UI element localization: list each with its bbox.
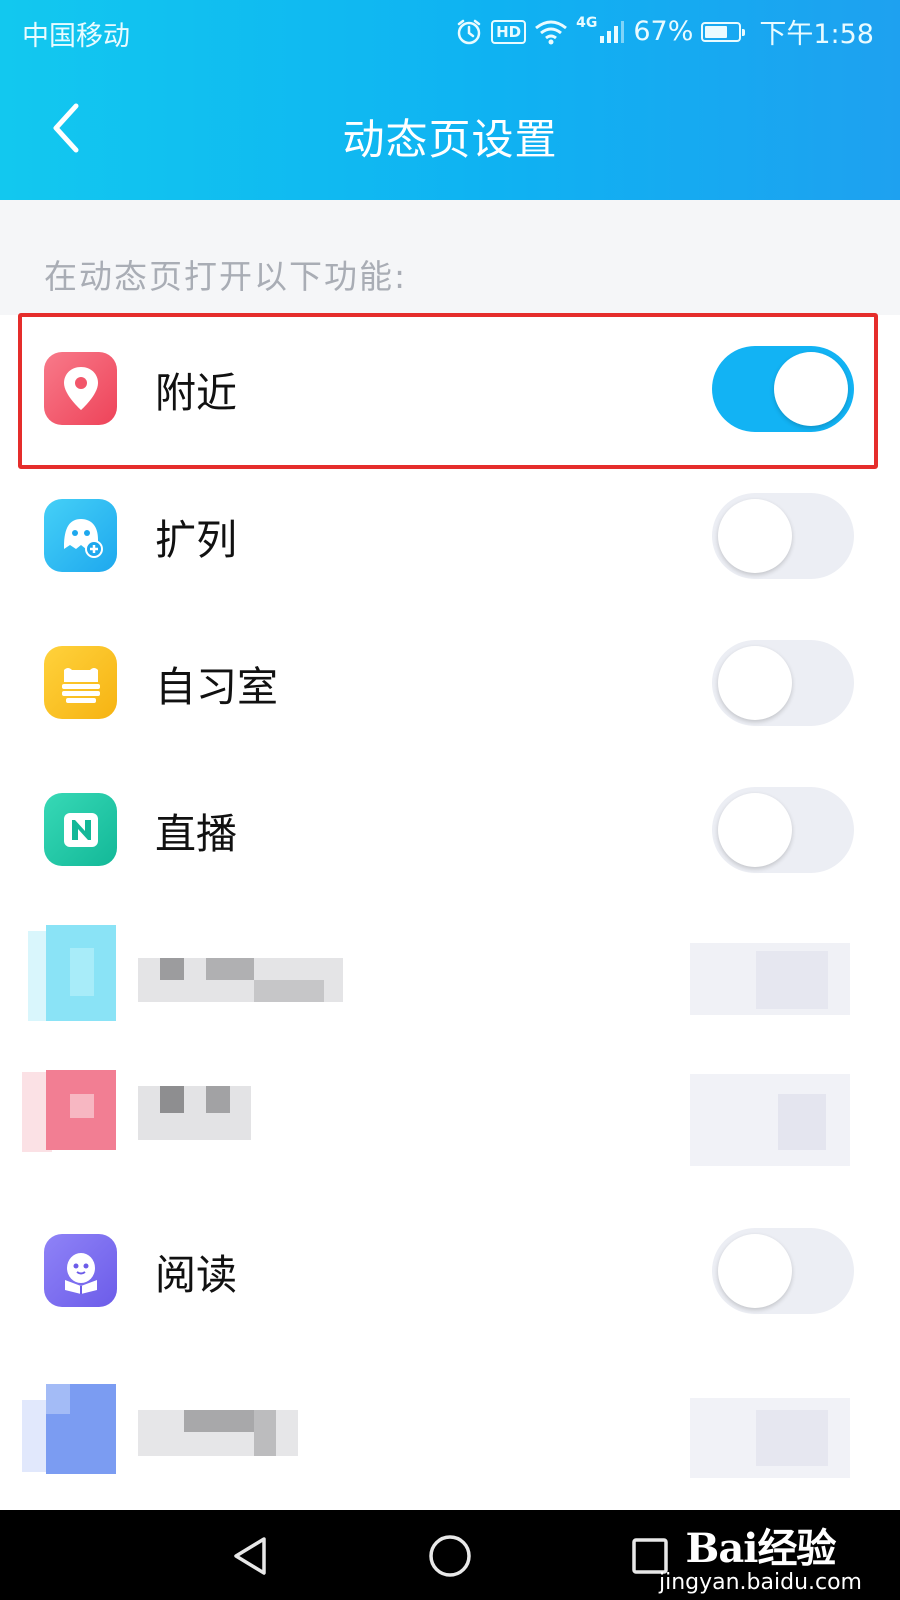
list-item-study-room: 自习室	[0, 609, 900, 756]
circle-home-icon	[429, 1535, 471, 1577]
section-label: 在动态页打开以下功能:	[44, 257, 408, 296]
blurred-icon	[0, 1050, 900, 1197]
toggle-reading[interactable]	[712, 1227, 854, 1314]
network-type: 4G	[576, 14, 598, 31]
status-indicators: HD 4G 67% 下午1:58	[455, 12, 874, 51]
battery-percent: 67%	[633, 16, 694, 47]
item-label: 扩列	[155, 515, 237, 564]
list-item-live: 直播	[0, 756, 900, 903]
toggle-nearby[interactable]	[712, 345, 854, 432]
item-label: 附近	[155, 368, 237, 417]
header: 中国移动 HD 4G 67% 下午1:58 动态页设置	[0, 0, 900, 200]
system-back-button[interactable]	[222, 1528, 278, 1584]
item-label: 阅读	[155, 1250, 237, 1299]
toggle-kuolie[interactable]	[712, 492, 854, 579]
toggle-knob	[718, 498, 792, 573]
battery-level	[705, 25, 727, 38]
toggle-study-room[interactable]	[712, 639, 854, 726]
wifi-icon	[535, 20, 568, 44]
reading-penguin-icon	[44, 1234, 117, 1307]
ghost-add-icon	[44, 499, 117, 572]
triangle-back-icon	[234, 1537, 266, 1575]
signal-icon	[600, 20, 625, 43]
watermark-brand: Bai经验	[685, 1525, 837, 1572]
status-bar: 中国移动 HD 4G 67% 下午1:58	[0, 0, 900, 62]
feature-list: 附近 扩列 自习室 直播 阅读	[0, 315, 900, 1491]
hd-badge: HD	[491, 19, 527, 44]
list-item-blurred	[0, 903, 900, 1050]
toggle-knob	[718, 645, 792, 720]
page-title: 动态页设置	[342, 115, 558, 164]
toggle-knob	[718, 792, 792, 867]
toggle-live[interactable]	[712, 786, 854, 873]
list-item-reading: 阅读	[0, 1197, 900, 1344]
list-item-kuolie: 扩列	[0, 462, 900, 609]
list-item-blurred	[0, 1344, 900, 1491]
baidu-watermark: Bai经验 jingyan.baidu.com	[659, 1516, 862, 1595]
carrier-name: 中国移动	[22, 21, 130, 52]
battery-icon	[701, 21, 746, 42]
system-home-button[interactable]	[422, 1528, 478, 1584]
alarm-icon	[457, 19, 481, 44]
item-label: 直播	[155, 809, 237, 858]
list-item-nearby: 附近	[0, 315, 900, 462]
location-pin-icon	[44, 352, 117, 425]
system-nav-bar: Bai经验 jingyan.baidu.com	[0, 1510, 900, 1600]
study-room-icon	[44, 646, 117, 719]
watermark-url: jingyan.baidu.com	[658, 1570, 862, 1595]
clock: 下午1:58	[759, 19, 874, 50]
toggle-knob	[718, 1233, 792, 1308]
blurred-icon	[0, 903, 900, 1050]
nav-bar: 动态页设置	[0, 62, 900, 200]
list-item-blurred	[0, 1050, 900, 1197]
item-label: 自习室	[155, 662, 278, 711]
section-header: 在动态页打开以下功能:	[0, 200, 900, 315]
live-icon	[44, 793, 117, 866]
toggle-knob	[774, 351, 848, 426]
blurred-icon	[0, 1344, 900, 1491]
